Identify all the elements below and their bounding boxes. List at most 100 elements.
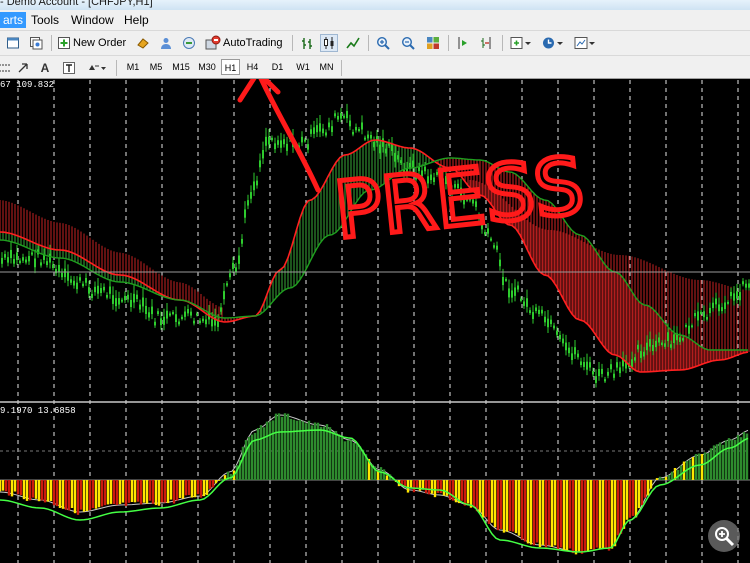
new-order-icon (58, 37, 70, 49)
candle-body (13, 258, 15, 264)
candle-body (598, 369, 600, 377)
candle-body (496, 245, 498, 250)
navigator-icon[interactable] (157, 34, 175, 52)
candle-body (196, 313, 198, 316)
candle-body (67, 272, 69, 281)
candle-body (238, 255, 240, 264)
candle-body (718, 304, 720, 312)
menu-tools[interactable]: Tools (28, 12, 62, 28)
candle-body (178, 321, 180, 325)
zoom-out-icon[interactable] (399, 34, 417, 52)
candle-body (76, 282, 78, 290)
candle-body (502, 276, 504, 286)
timeframe-m1[interactable]: M1 (123, 59, 143, 75)
candle-body (103, 286, 105, 291)
candle-body (592, 371, 594, 375)
chart-window[interactable]: PRESS (0, 79, 750, 563)
candle-body (121, 299, 123, 302)
candle-body (682, 338, 684, 341)
timeframe-h4[interactable]: H4 (243, 59, 262, 75)
candle-body (163, 316, 165, 325)
tile-windows-icon[interactable] (424, 34, 442, 52)
line-chart-icon[interactable] (344, 34, 362, 52)
terminal-icon[interactable] (180, 34, 198, 52)
candle-body (664, 343, 666, 347)
timeframe-d1[interactable]: D1 (268, 59, 287, 75)
candle-body (595, 376, 597, 383)
indicators-dropdown-icon[interactable] (508, 34, 534, 52)
autotrading-button[interactable]: AutoTrading (205, 34, 283, 52)
candle-body (205, 319, 207, 325)
candlesticks-icon[interactable] (320, 34, 338, 52)
candle-body (649, 339, 651, 347)
candle-body (193, 320, 195, 324)
candle-body (331, 126, 333, 133)
auto-scroll-icon[interactable] (478, 34, 496, 52)
toolbar-separator (448, 35, 449, 51)
candle-body (319, 123, 321, 132)
chart-shift-icon[interactable] (454, 34, 472, 52)
candle-body (337, 115, 339, 120)
new-chart-icon[interactable] (4, 34, 22, 52)
candle-body (700, 311, 702, 314)
candle-body (709, 307, 711, 314)
menu-charts[interactable]: arts (0, 12, 27, 28)
zoom-magnifier-icon[interactable] (708, 520, 740, 552)
candle-body (619, 367, 621, 374)
candle-body (553, 325, 555, 329)
profiles-icon[interactable] (27, 34, 45, 52)
timeframe-m5[interactable]: M5 (146, 59, 166, 75)
candle-body (745, 283, 747, 288)
candle-body (256, 180, 258, 186)
text-label-icon[interactable] (60, 59, 78, 77)
oscillator-histogram (0, 413, 749, 555)
candle-body (97, 285, 99, 294)
candle-body (82, 283, 84, 287)
candle-body (631, 359, 633, 367)
horizontal-line-icon[interactable] (0, 59, 14, 77)
periods-dropdown-icon[interactable] (540, 34, 566, 52)
timeframe-h1[interactable]: H1 (221, 59, 240, 75)
autotrading-label: AutoTrading (223, 37, 283, 49)
market-watch-icon[interactable] (134, 34, 152, 52)
candle-body (34, 258, 36, 268)
candle-body (529, 310, 531, 314)
candle-body (658, 337, 660, 343)
candle-body (652, 344, 654, 352)
arrow-tool-icon[interactable] (14, 59, 32, 77)
candle-body (175, 314, 177, 323)
arrows-dropdown-icon[interactable] (86, 59, 108, 77)
timeframe-mn[interactable]: MN (316, 59, 337, 75)
candle-body (535, 307, 537, 312)
candle-body (25, 259, 27, 263)
bar-chart-icon[interactable] (298, 34, 316, 52)
candle-body (142, 297, 144, 307)
candle-body (304, 139, 306, 142)
candle-body (562, 338, 564, 344)
timeframe-m15[interactable]: M15 (169, 59, 193, 75)
candle-body (364, 137, 366, 140)
zoom-in-icon[interactable] (374, 34, 392, 52)
new-order-button[interactable]: New Order (57, 34, 126, 52)
candle-body (706, 317, 708, 320)
candle-body (100, 288, 102, 293)
candle-body (7, 257, 9, 263)
candle-body (223, 291, 225, 300)
candle-body (220, 307, 222, 312)
timeframe-m30[interactable]: M30 (195, 59, 219, 75)
templates-dropdown-icon[interactable] (572, 34, 598, 52)
candle-body (172, 312, 174, 315)
toolbar-separator (502, 35, 503, 51)
timeframe-w1[interactable]: W1 (293, 59, 313, 75)
menu-help[interactable]: Help (121, 12, 152, 28)
text-tool-icon[interactable]: A (36, 59, 54, 77)
candle-body (379, 144, 381, 154)
candle-body (184, 311, 186, 317)
candle-body (133, 293, 135, 303)
candle-body (667, 332, 669, 342)
candle-body (382, 138, 384, 147)
menu-window[interactable]: Window (68, 12, 117, 28)
candle-body (367, 134, 369, 139)
candle-body (259, 160, 261, 168)
candle-body (694, 313, 696, 317)
